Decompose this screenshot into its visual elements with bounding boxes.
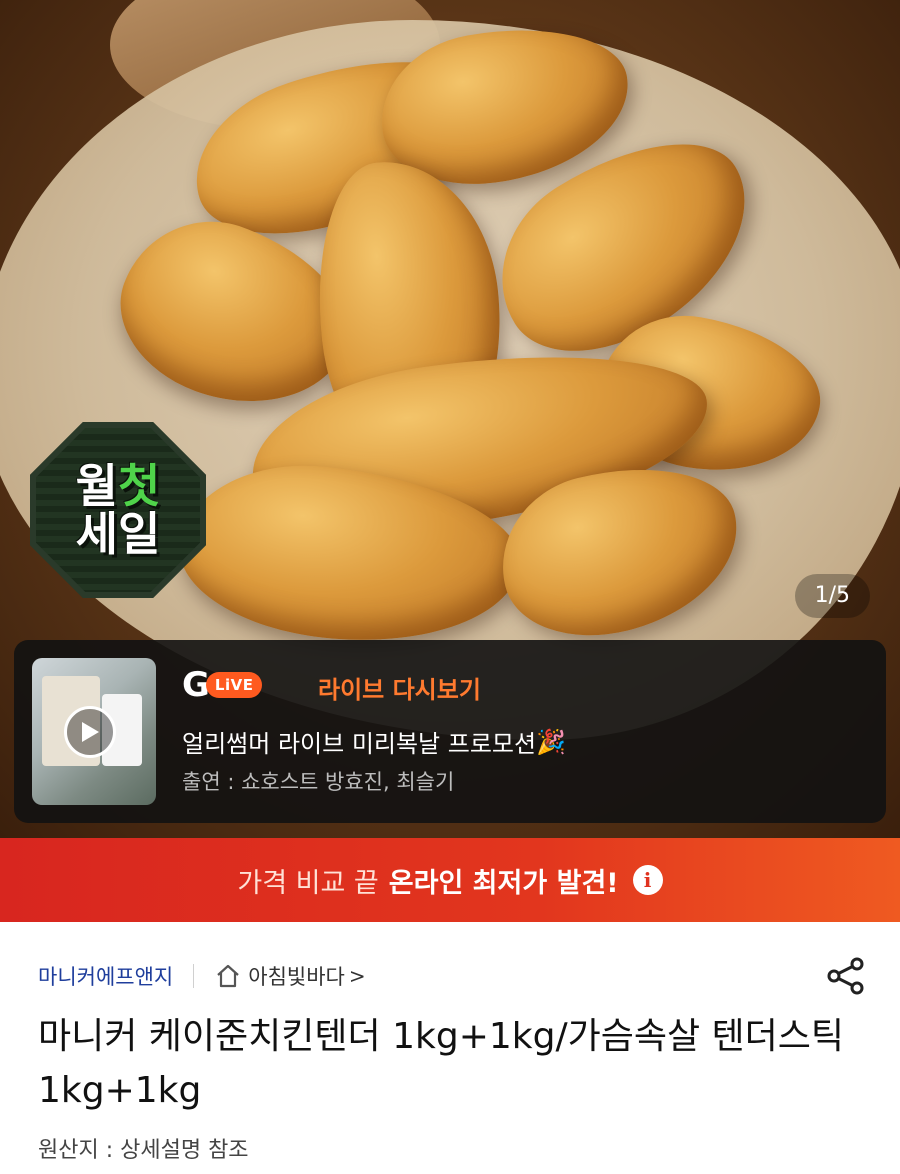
lowest-price-banner[interactable]: 가격 비교 끝 온라인 최저가 발견! i [0,838,900,922]
party-popper-icon: 🎉 [536,727,566,756]
seller-link[interactable]: 마니커에프앤지 [38,961,173,991]
promo-prefix: 가격 비교 끝 [237,867,379,899]
divider [193,964,195,988]
origin-info: 원산지 : 상세설명 참조 [38,1138,249,1163]
live-title-text: 얼리썸머 라이브 미리복날 프로모션 [182,730,537,758]
image-counter: 1/5 [794,574,870,618]
g-live-logo: G LiVE [182,668,263,702]
badge-text-first: 첫 [118,458,161,513]
live-replay-card[interactable]: G LiVE 라이브 다시보기 얼리썸머 라이브 미리복날 프로모션 🎉 출연 :… [14,640,886,823]
promo-highlight: 온라인 최저가 발견! [388,867,619,899]
live-replay-link[interactable]: 라이브 다시보기 [318,670,481,705]
home-icon [217,964,239,988]
store-link[interactable]: 아침빛바다 [248,961,345,991]
seller-row: 마니커에프앤지 아침빛바다 > [38,950,868,1002]
badge-text-month: 월 [75,458,118,513]
product-image-carousel[interactable]: 월첫 세일 1/5 G LiVE 라이브 다시보기 얼리썸머 라이브 미리복날 … [0,0,900,838]
badge-text-sale: 세일 [75,507,161,561]
product-title: 마니커 케이준치킨텐더 1kg+1kg/가슴속살 텐더스틱 1kg+1kg [38,1016,844,1111]
info-icon[interactable]: i [632,865,663,895]
share-icon[interactable] [824,954,868,998]
chevron-right-icon: > [348,964,366,988]
g-live-logo-pill: LiVE [205,672,263,698]
live-thumbnail[interactable] [32,658,156,805]
play-icon[interactable] [64,706,116,758]
live-title: 얼리썸머 라이브 미리복날 프로모션 🎉 [182,724,566,759]
live-cast: 출연 : 쇼호스트 방효진, 최슬기 [182,770,455,794]
